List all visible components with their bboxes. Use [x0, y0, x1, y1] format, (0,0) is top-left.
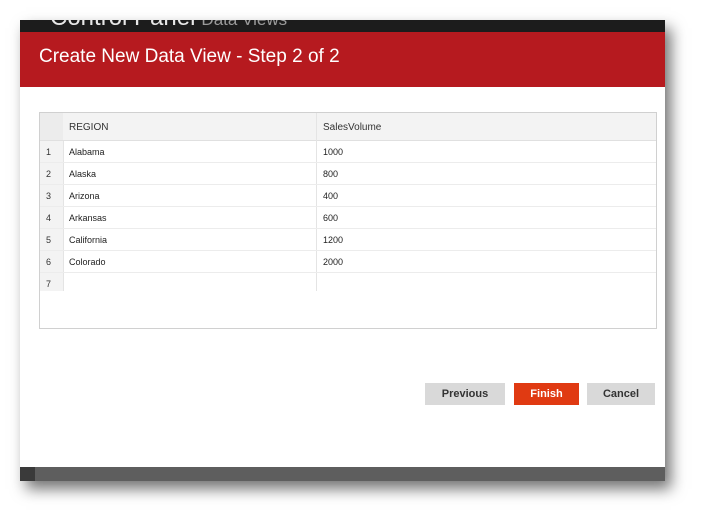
background-app-subtitle: Data Views — [201, 20, 287, 29]
data-grid[interactable]: REGION SalesVolume 1 Alabama 1000 2 Alas… — [39, 112, 657, 329]
cell-region[interactable]: California — [69, 235, 107, 245]
column-header-salesvolume[interactable]: SalesVolume — [323, 122, 381, 133]
cell-region[interactable]: Arizona — [69, 191, 100, 201]
cancel-button[interactable]: Cancel — [587, 383, 655, 405]
cell-salesvolume[interactable]: 1000 — [323, 147, 343, 157]
table-row[interactable]: 4 Arkansas 600 — [40, 207, 656, 229]
row-number: 1 — [46, 147, 52, 157]
cell-salesvolume[interactable]: 1200 — [323, 235, 343, 245]
cell-salesvolume[interactable]: 2000 — [323, 257, 343, 267]
table-row[interactable]: 2 Alaska 800 — [40, 163, 656, 185]
cell-salesvolume[interactable]: 800 — [323, 169, 338, 179]
previous-button[interactable]: Previous — [425, 383, 505, 405]
background-app-footer-edge — [20, 467, 35, 481]
row-number: 6 — [46, 257, 52, 267]
grid-corner-cell — [40, 113, 63, 140]
row-number: 3 — [46, 191, 52, 201]
row-number: 2 — [46, 169, 52, 179]
background-app-title: Control Panel Data Views — [50, 20, 287, 32]
dialog-body: REGION SalesVolume 1 Alabama 1000 2 Alas… — [20, 87, 665, 467]
row-number: 5 — [46, 235, 52, 245]
dialog-title: Create New Data View - Step 2 of 2 — [39, 46, 340, 67]
row-number: 4 — [46, 213, 52, 223]
cell-salesvolume[interactable]: 600 — [323, 213, 338, 223]
column-header-region[interactable]: REGION — [69, 122, 108, 133]
finish-button[interactable]: Finish — [514, 383, 579, 405]
cell-region[interactable]: Colorado — [69, 257, 106, 267]
background-app-footer — [20, 467, 665, 481]
grid-header-row: REGION SalesVolume — [40, 113, 656, 141]
cell-region[interactable]: Alaska — [69, 169, 96, 179]
background-app-title-text: Control Panel — [50, 20, 195, 31]
background-app-header: Control Panel Data Views — [20, 20, 665, 32]
row-number: 7 — [46, 279, 52, 289]
table-row[interactable]: 6 Colorado 2000 — [40, 251, 656, 273]
cell-region[interactable]: Arkansas — [69, 213, 107, 223]
table-row[interactable]: 3 Arizona 400 — [40, 185, 656, 207]
table-row[interactable]: 1 Alabama 1000 — [40, 141, 656, 163]
window-frame: Control Panel Data Views Create New Data … — [20, 20, 665, 481]
table-row-new[interactable]: 7 — [40, 273, 656, 294]
cell-salesvolume[interactable]: 400 — [323, 191, 338, 201]
table-row[interactable]: 5 California 1200 — [40, 229, 656, 251]
cell-region[interactable]: Alabama — [69, 147, 105, 157]
